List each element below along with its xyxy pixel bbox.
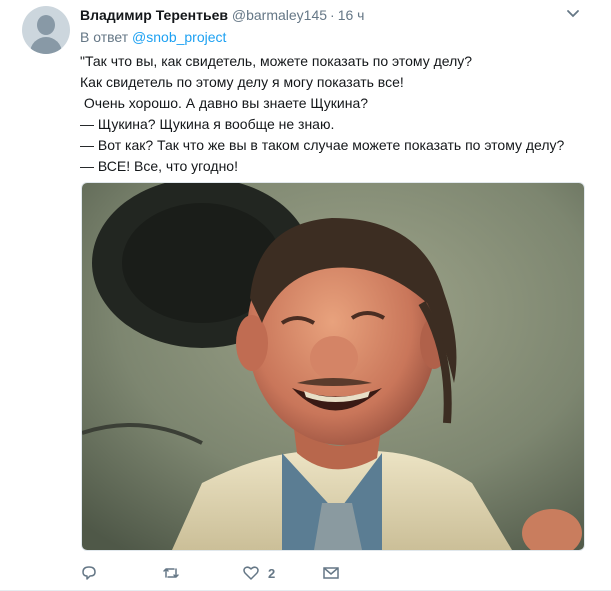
avatar[interactable] xyxy=(22,6,70,54)
like-count: 2 xyxy=(268,565,276,581)
tweet-line: — Вот как? Так что же вы в таком случае … xyxy=(80,137,565,153)
tweet-photo[interactable] xyxy=(81,182,585,551)
retweet-icon xyxy=(163,568,179,578)
separator: · xyxy=(330,7,335,23)
tweet-line: — Щукина? Щукина я вообще не знаю. xyxy=(80,116,335,132)
default-profile-icon xyxy=(37,15,55,35)
envelope-icon xyxy=(323,567,339,579)
direct-message-button[interactable] xyxy=(322,563,340,583)
reply-prefix: В ответ xyxy=(80,29,129,45)
tweet-line: Очень хорошо. А давно вы знаете Щукина? xyxy=(80,95,369,111)
author-handle[interactable]: @barmaley145 xyxy=(232,7,327,23)
like-button[interactable]: 2 xyxy=(242,563,275,583)
reply-context: В ответ @snob_project xyxy=(80,28,226,46)
reply-handle-link[interactable]: @snob_project xyxy=(132,29,226,45)
chevron-down-icon[interactable] xyxy=(566,9,580,19)
retweet-button[interactable] xyxy=(162,563,180,583)
photo-illustration xyxy=(82,183,584,550)
tweet-line: — ВСЕ! Все, что угодно! xyxy=(80,158,238,174)
tweet: Владимир Терентьев @barmaley145 · 16 ч В о… xyxy=(0,0,611,591)
tweet-time[interactable]: 16 ч xyxy=(338,7,365,23)
reply-button[interactable] xyxy=(80,563,98,583)
tweet-line: "Так что вы, как свидетель, можете показ… xyxy=(80,53,473,69)
heart-icon xyxy=(243,566,259,580)
reply-icon xyxy=(82,566,96,580)
tweet-actions: 2 xyxy=(80,563,380,583)
tweet-text: "Так что вы, как свидетель, можете показ… xyxy=(80,51,600,177)
author-name[interactable]: Владимир Терентьев xyxy=(80,7,228,23)
tweet-line: Как свидетель по этому делу я могу показ… xyxy=(80,74,404,90)
tweet-header: Владимир Терентьев @barmaley145 · 16 ч xyxy=(80,5,364,25)
